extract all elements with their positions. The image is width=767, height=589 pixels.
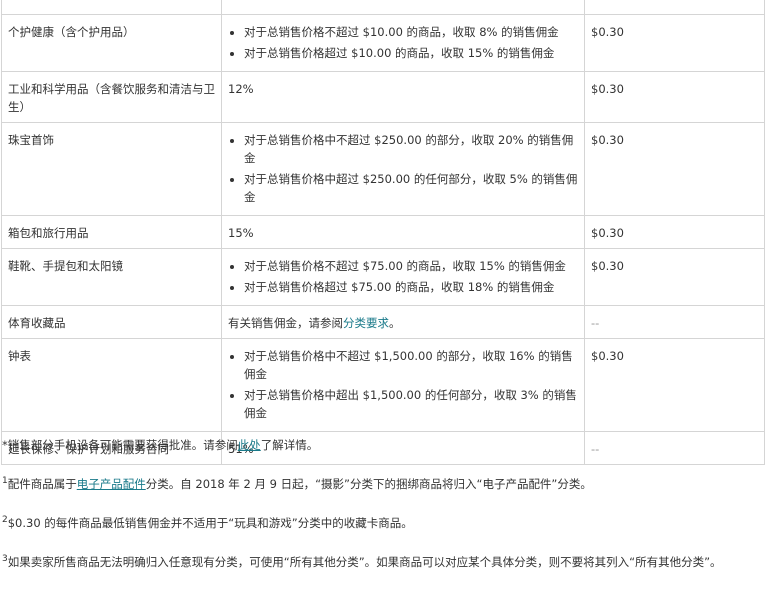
min-fee-cell: $0.30 [584, 215, 765, 249]
fee-cell: 有关销售佣金，请参阅分类要求。 [221, 305, 585, 339]
table-row: 个护健康（含个护用品） 对于总销售价格不超过 $10.00 的商品，收取 8% … [1, 14, 765, 72]
category-cell: 钟表 [1, 338, 222, 432]
table-row: 鞋靴、手提包和太阳镜 对于总销售价格不超过 $75.00 的商品，收取 15% … [1, 248, 765, 306]
category-cell: 体育收藏品 [1, 305, 222, 339]
min-fee-cell: $0.30 [584, 14, 765, 72]
min-fee-cell: -- [584, 305, 765, 339]
table-row: 箱包和旅行用品 15% $0.30 [1, 215, 765, 249]
here-link[interactable]: 此处 [238, 438, 261, 452]
fee-cell: 对于总销售价格不超过 $10.00 的商品，收取 8% 的销售佣金对于总销售价格… [221, 14, 585, 72]
fee-cell: 对于总销售价格中不超过 $1,500.00 的部分，收取 16% 的销售佣金对于… [221, 338, 585, 432]
category-cell: 珠宝首饰 [1, 122, 222, 216]
table-row [1, 0, 765, 15]
referral-fee-table: 个护健康（含个护用品） 对于总销售价格不超过 $10.00 的商品，收取 8% … [1, 0, 765, 465]
category-requirements-link[interactable]: 分类要求 [343, 316, 389, 330]
fee-cell: 对于总销售价格不超过 $75.00 的商品，收取 15% 的销售佣金对于总销售价… [221, 248, 585, 306]
footnote-2: 2$0.30 的每件商品最低销售佣金并不适用于“玩具和游戏”分类中的收藏卡商品。 [2, 514, 413, 530]
table-row: 工业和科学用品（含餐饮服务和清洁与卫生） 12% $0.30 [1, 71, 765, 123]
fee-cell: 15% [221, 215, 585, 249]
min-fee-cell: $0.30 [584, 71, 765, 123]
category-cell: 个护健康（含个护用品） [1, 14, 222, 72]
table-row: 珠宝首饰 对于总销售价格中不超过 $250.00 的部分，收取 20% 的销售佣… [1, 122, 765, 216]
fee-cell: 对于总销售价格中不超过 $250.00 的部分，收取 20% 的销售佣金对于总销… [221, 122, 585, 216]
electronics-accessories-link[interactable]: 电子产品配件 [77, 477, 146, 491]
min-fee-cell: $0.30 [584, 248, 765, 306]
footnote-3: 3如果卖家所售商品无法明确归入任意现有分类，可使用“所有其他分类”。如果商品可以… [2, 553, 722, 569]
category-cell: 鞋靴、手提包和太阳镜 [1, 248, 222, 306]
category-cell: 箱包和旅行用品 [1, 215, 222, 249]
table-row: 钟表 对于总销售价格中不超过 $1,500.00 的部分，收取 16% 的销售佣… [1, 338, 765, 432]
footnote-mobile: *销售部分手机设备可能需要获得批准。请参阅此处了解详情。 [2, 438, 319, 452]
footnote-1: 1配件商品属于电子产品配件分类。自 2018 年 2 月 9 日起，“摄影”分类… [2, 476, 592, 491]
min-fee-cell: $0.30 [584, 338, 765, 432]
fee-cell: 12% [221, 71, 585, 123]
footnotes: *销售部分手机设备可能需要获得批准。请参阅此处了解详情。 1配件商品属于电子产品… [2, 437, 766, 589]
table-row: 体育收藏品 有关销售佣金，请参阅分类要求。 -- [1, 305, 765, 339]
category-cell: 工业和科学用品（含餐饮服务和清洁与卫生） [1, 71, 222, 123]
min-fee-cell: $0.30 [584, 122, 765, 216]
